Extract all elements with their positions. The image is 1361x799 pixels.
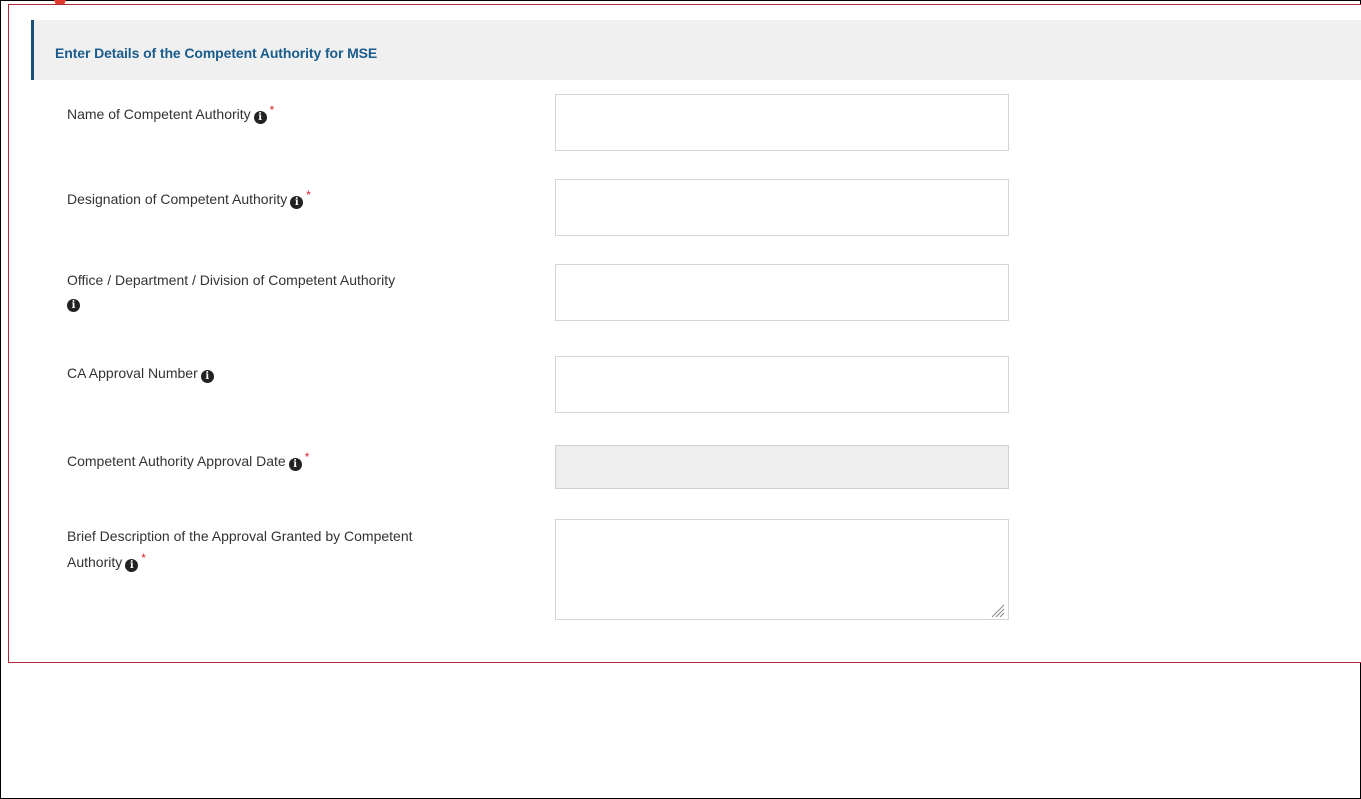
office-department-label: Office / Department / Division of Compet… (67, 272, 396, 312)
ca-approval-number-label: CA Approval Number i (67, 362, 537, 384)
designation-label: Designation of Competent Authority i* (67, 188, 311, 209)
designation-input[interactable] (555, 179, 1009, 236)
approval-description-label: Brief Description of the Approval Grante… (67, 528, 413, 572)
approval-date-input[interactable] (555, 445, 1009, 489)
office-department-input[interactable] (555, 264, 1009, 321)
section-title: Enter Details of the Competent Authority… (55, 45, 378, 61)
info-icon[interactable]: i (288, 458, 302, 471)
required-mark: * (306, 188, 311, 202)
info-icon[interactable]: i (125, 559, 139, 572)
name-of-authority-label: Name of Competent Authority i* (67, 103, 275, 124)
name-of-authority-input[interactable] (555, 94, 1009, 151)
required-mark: * (269, 103, 275, 117)
approval-date-label: Competent Authority Approval Date i* (67, 450, 310, 471)
section-header: Enter Details of the Competent Authority… (31, 20, 1361, 80)
info-icon[interactable]: i (67, 299, 80, 312)
resize-grip-icon[interactable] (982, 591, 1006, 619)
info-icon[interactable]: i (200, 370, 214, 383)
approval-description-textarea[interactable] (555, 519, 1009, 620)
info-icon[interactable]: i (290, 196, 304, 209)
info-icon[interactable]: i (253, 111, 267, 124)
required-mark: * (141, 551, 146, 565)
required-mark: * (304, 450, 310, 464)
ca-approval-number-input[interactable] (555, 356, 1009, 413)
